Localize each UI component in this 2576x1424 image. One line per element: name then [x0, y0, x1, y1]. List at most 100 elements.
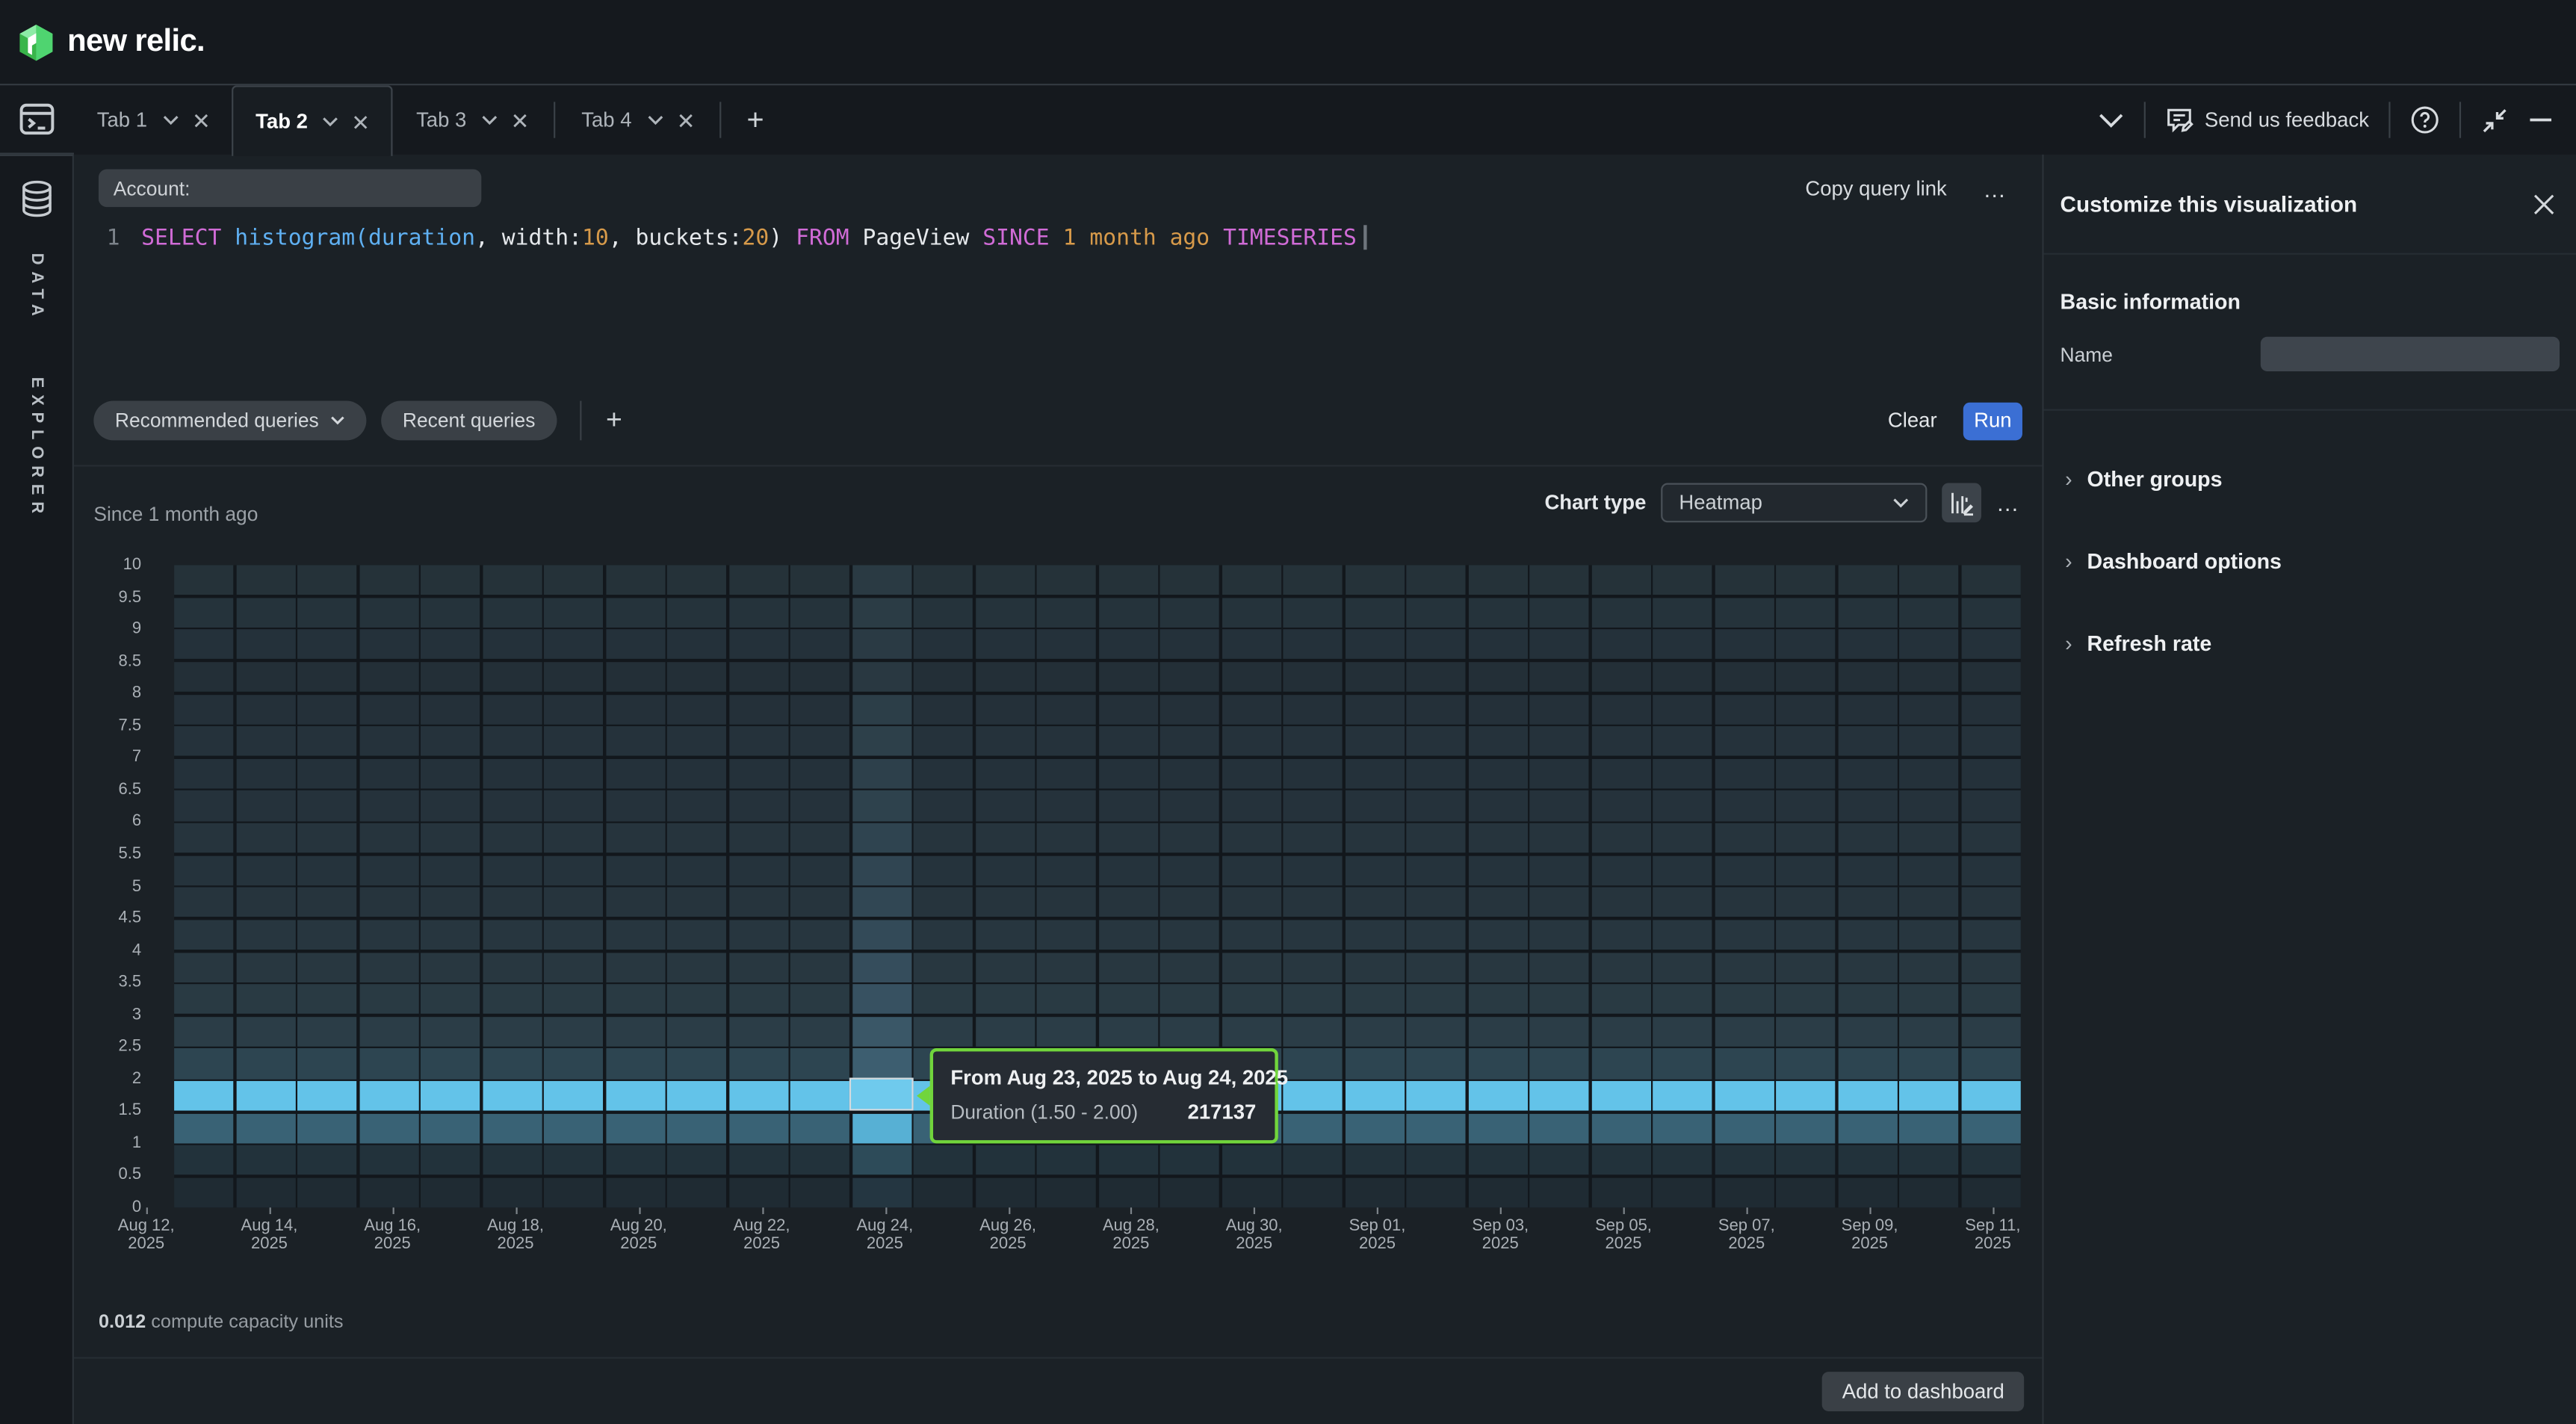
heatmap-cell[interactable]	[667, 726, 726, 756]
heatmap-cell[interactable]	[1839, 1113, 1898, 1143]
heatmap-cell[interactable]	[1962, 1113, 2021, 1143]
heatmap-cell[interactable]	[914, 855, 973, 885]
heatmap-cell[interactable]	[1839, 952, 1898, 982]
heatmap-cell[interactable]	[976, 758, 1035, 788]
heatmap-cell[interactable]	[1284, 1113, 1343, 1143]
heatmap-cell[interactable]	[1653, 1113, 1712, 1143]
heatmap-cell[interactable]	[236, 1017, 295, 1047]
heatmap-cell[interactable]	[790, 952, 849, 982]
heatmap-cell[interactable]	[1777, 920, 1836, 950]
heatmap-cell[interactable]	[1160, 630, 1219, 660]
heatmap-cell[interactable]	[1284, 662, 1343, 692]
heatmap-cell[interactable]	[1346, 855, 1405, 885]
heatmap-cell[interactable]	[1222, 920, 1281, 950]
heatmap-cell[interactable]	[852, 1177, 911, 1207]
add-tab-button[interactable]: +	[724, 85, 787, 154]
heatmap-cell[interactable]	[1962, 855, 2021, 885]
heatmap-cell[interactable]	[1900, 888, 1959, 917]
heatmap-cell[interactable]	[729, 984, 788, 1014]
heatmap-cell[interactable]	[1653, 694, 1712, 724]
heatmap-cell[interactable]	[606, 758, 665, 788]
heatmap-cell[interactable]	[359, 662, 418, 692]
heatmap-cell[interactable]	[1777, 823, 1836, 853]
heatmap-cell[interactable]	[359, 984, 418, 1014]
heatmap-cell[interactable]	[667, 630, 726, 660]
heatmap-cell[interactable]	[1530, 1145, 1589, 1175]
heatmap-cell[interactable]	[1839, 1017, 1898, 1047]
heatmap-cell[interactable]	[790, 1113, 849, 1143]
heatmap-cell[interactable]	[1284, 1177, 1343, 1207]
heatmap-cell[interactable]	[790, 662, 849, 692]
heatmap-cell[interactable]	[1284, 823, 1343, 853]
heatmap-cell[interactable]	[544, 855, 603, 885]
heatmap-cell[interactable]	[1962, 1145, 2021, 1175]
heatmap-cell[interactable]	[1592, 598, 1651, 628]
heatmap-cell[interactable]	[1592, 630, 1651, 660]
heatmap-cell[interactable]	[297, 984, 356, 1014]
heatmap-cell[interactable]	[1037, 726, 1096, 756]
heatmap-cell[interactable]	[1839, 726, 1898, 756]
heatmap-cell[interactable]	[667, 984, 726, 1014]
heatmap-cell[interactable]	[1469, 823, 1528, 853]
heatmap-cell[interactable]	[852, 791, 911, 821]
heatmap-cell[interactable]	[1037, 630, 1096, 660]
heatmap-cell[interactable]	[1653, 855, 1712, 885]
heatmap-cell[interactable]	[1530, 952, 1589, 982]
heatmap-cell[interactable]	[1284, 1017, 1343, 1047]
heatmap-cell[interactable]	[1839, 920, 1898, 950]
heatmap-cell[interactable]	[1900, 823, 1959, 853]
add-to-dashboard-button[interactable]: Add to dashboard	[1822, 1372, 2024, 1411]
heatmap-cell[interactable]	[729, 565, 788, 595]
heatmap-cell[interactable]	[1592, 1113, 1651, 1143]
heatmap-cell[interactable]	[1407, 920, 1466, 950]
heatmap-cell[interactable]	[1284, 1145, 1343, 1175]
heatmap-cell[interactable]	[1653, 1081, 1712, 1111]
heatmap-cell[interactable]	[729, 823, 788, 853]
heatmap-cell[interactable]	[1592, 694, 1651, 724]
heatmap-cell[interactable]	[1715, 791, 1774, 821]
heatmap-cell[interactable]	[1530, 726, 1589, 756]
heatmap-cell[interactable]	[297, 855, 356, 885]
heatmap-cell[interactable]	[1222, 758, 1281, 788]
heatmap-cell[interactable]	[1777, 984, 1836, 1014]
heatmap-cell[interactable]	[852, 630, 911, 660]
heatmap-cell[interactable]	[236, 855, 295, 885]
heatmap-cell[interactable]	[421, 888, 480, 917]
heatmap-cell[interactable]	[421, 952, 480, 982]
heatmap-cell[interactable]	[606, 694, 665, 724]
heatmap-cell[interactable]	[544, 662, 603, 692]
heatmap-cell[interactable]	[236, 694, 295, 724]
heatmap-cell[interactable]	[1346, 952, 1405, 982]
heatmap-cell[interactable]	[359, 888, 418, 917]
heatmap-cell[interactable]	[1530, 1049, 1589, 1079]
heatmap-cell[interactable]	[976, 598, 1035, 628]
heatmap-cell[interactable]	[1222, 1017, 1281, 1047]
heatmap-cell[interactable]	[1530, 984, 1589, 1014]
heatmap-cell[interactable]	[1099, 1177, 1158, 1207]
heatmap-cell[interactable]	[359, 823, 418, 853]
heatmap-cell[interactable]	[1469, 694, 1528, 724]
heatmap-cell[interactable]	[852, 758, 911, 788]
heatmap-cell[interactable]	[1407, 1017, 1466, 1047]
heatmap-cell[interactable]	[1900, 662, 1959, 692]
heatmap-cell[interactable]	[1900, 855, 1959, 885]
heatmap-cell[interactable]	[1530, 823, 1589, 853]
heatmap-cell[interactable]	[1037, 920, 1096, 950]
heatmap-cell[interactable]	[667, 791, 726, 821]
heatmap-cell[interactable]	[544, 984, 603, 1014]
heatmap-cell[interactable]	[852, 726, 911, 756]
heatmap-cell[interactable]	[421, 855, 480, 885]
heatmap-cell[interactable]	[1037, 598, 1096, 628]
heatmap-cell[interactable]	[1346, 791, 1405, 821]
heatmap-cell[interactable]	[1777, 855, 1836, 885]
heatmap-cell[interactable]	[606, 984, 665, 1014]
heatmap-cell[interactable]	[297, 888, 356, 917]
heatmap-cell[interactable]	[297, 1017, 356, 1047]
heatmap-cell[interactable]	[1346, 726, 1405, 756]
heatmap-cell[interactable]	[174, 888, 233, 917]
heatmap-cell[interactable]	[852, 598, 911, 628]
heatmap-cell[interactable]	[297, 1177, 356, 1207]
heatmap-cell[interactable]	[421, 662, 480, 692]
heatmap-cell[interactable]	[729, 952, 788, 982]
heatmap-cell[interactable]	[1469, 1113, 1528, 1143]
